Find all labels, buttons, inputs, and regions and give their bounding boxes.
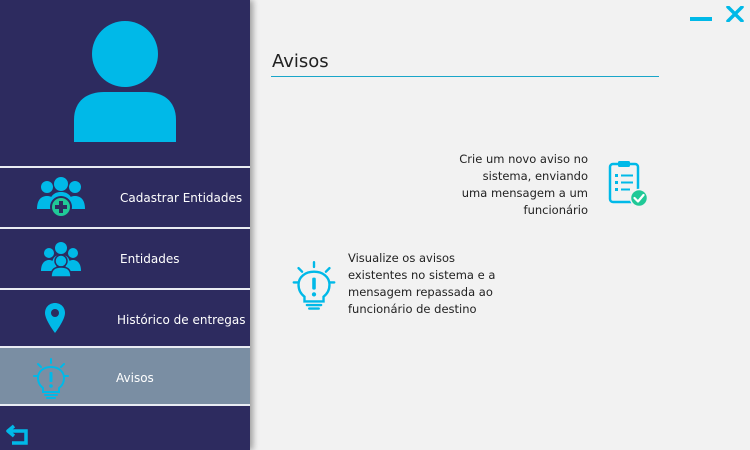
sidebar-item-entidades[interactable]: Entidades xyxy=(0,227,250,285)
sidebar-divider xyxy=(0,404,250,406)
title-divider xyxy=(271,76,659,77)
sidebar-item-label: Avisos xyxy=(116,371,154,385)
sidebar-item-label: Cadastrar Entidades xyxy=(120,191,243,205)
back-arrow-icon[interactable] xyxy=(6,422,32,446)
sidebar-item-cadastrar-entidades[interactable]: Cadastrar Entidades xyxy=(0,166,250,224)
lightbulb-alert-icon xyxy=(33,358,69,399)
lightbulb-alert-icon[interactable] xyxy=(292,261,336,311)
page-title: Avisos xyxy=(272,51,329,72)
sidebar-item-label: Histórico de entregas xyxy=(117,313,246,327)
sidebar: Cadastrar Entidades Entidades Histórico … xyxy=(0,0,250,450)
close-icon[interactable] xyxy=(726,6,744,22)
sidebar-item-avisos[interactable]: Avisos xyxy=(0,346,250,404)
sidebar-item-historico-de-entregas[interactable]: Histórico de entregas xyxy=(0,288,250,346)
add-users-icon xyxy=(37,177,85,218)
view-notices-description: Visualize os avisos existentes no sistem… xyxy=(348,251,496,316)
create-notice-description: Crie um novo aviso no sistema, enviando … xyxy=(459,152,588,217)
map-pin-icon xyxy=(45,303,65,333)
sidebar-item-label: Entidades xyxy=(120,252,180,266)
users-group-icon xyxy=(41,242,81,277)
user-avatar-icon xyxy=(74,21,176,142)
minimize-icon[interactable] xyxy=(690,6,712,22)
clipboard-check-icon[interactable] xyxy=(606,160,650,208)
